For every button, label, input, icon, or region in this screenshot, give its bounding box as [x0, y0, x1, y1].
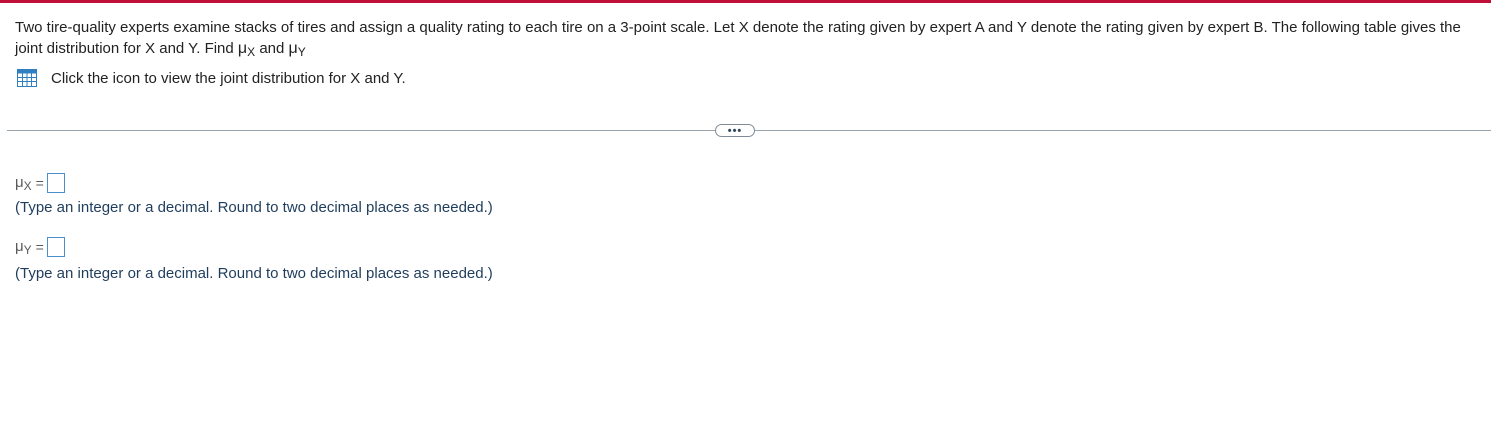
answer-row-mu-x: μX = — [15, 172, 65, 194]
mu-x-input[interactable] — [46, 173, 65, 193]
mu-x-label: μX — [15, 173, 32, 193]
question-and: and — [255, 40, 289, 57]
question-body: Two tire-quality experts examine stacks … — [15, 19, 1461, 57]
ellipsis-icon[interactable]: ••• — [728, 125, 743, 136]
answer-row-mu-y: μY = — [15, 236, 65, 258]
top-accent-bar — [0, 0, 1491, 3]
mu-x-symbol: μX — [237, 40, 256, 59]
mu-y-label: μY — [15, 237, 32, 257]
joint-distribution-link[interactable]: Click the icon to view the joint distrib… — [17, 68, 406, 88]
table-link-text[interactable]: Click the icon to view the joint distrib… — [51, 70, 406, 87]
mu-y-input[interactable] — [46, 237, 65, 257]
mu-y-hint: (Type an integer or a decimal. Round to … — [15, 265, 493, 282]
question-text: Two tire-quality experts examine stacks … — [15, 17, 1480, 63]
equals-sign: = — [35, 175, 44, 191]
mu-y-symbol: μY — [288, 40, 306, 59]
equals-sign: = — [35, 239, 44, 255]
expand-more-button[interactable]: ••• — [715, 124, 755, 137]
mu-x-hint: (Type an integer or a decimal. Round to … — [15, 199, 493, 216]
table-grid-icon[interactable] — [17, 69, 37, 87]
